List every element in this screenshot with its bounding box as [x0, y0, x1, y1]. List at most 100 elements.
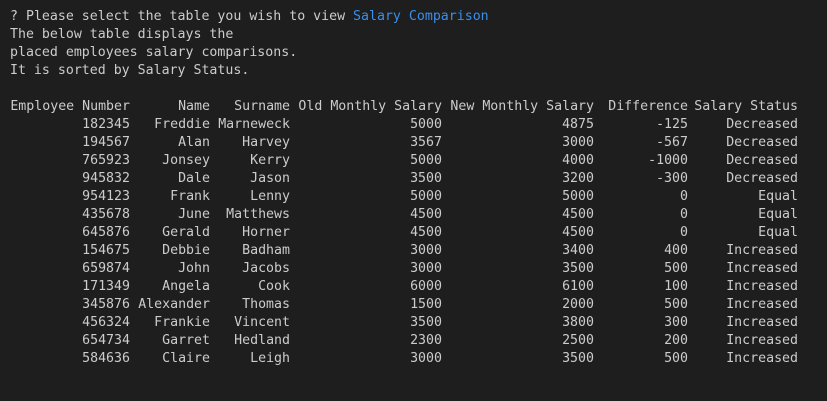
cell-difference: -125: [656, 117, 688, 132]
table-row: 954123 Frank Lenny 5000 5000 0 Equal: [10, 188, 798, 206]
header-name: Name: [178, 99, 210, 114]
cell-salary-status: Equal: [758, 207, 798, 222]
cell-salary-status: Decreased: [726, 135, 798, 150]
table-row: 194567 Alan Harvey 3567 3000 -567 Decreased: [10, 134, 798, 152]
cell-new-monthly-salary: 3500: [562, 261, 594, 276]
cell-old-monthly-salary: 3500: [410, 315, 442, 330]
cell-old-monthly-salary: 3000: [410, 351, 442, 366]
cell-surname: Thomas: [242, 297, 290, 312]
cell-name: June: [178, 207, 210, 222]
cell-surname: Marneweck: [218, 117, 290, 132]
cell-name: Debbie: [162, 243, 210, 258]
cell-surname: Badham: [242, 243, 290, 258]
table-row: 435678 June Matthews 4500 4500 0 Equal: [10, 206, 798, 224]
table-row: 654734 Garret Hedland 2300 2500 200 Increased: [10, 332, 798, 350]
table-row: 945832 Dale Jason 3500 3200 -300 Decreased: [10, 170, 798, 188]
cell-difference: 0: [680, 225, 688, 240]
cell-new-monthly-salary: 3400: [562, 243, 594, 258]
cell-surname: Vincent: [234, 315, 290, 330]
header-new-monthly-salary: New Monthly Salary: [450, 99, 594, 114]
cell-employee-number: 654734: [82, 333, 130, 348]
cell-salary-status: Decreased: [726, 117, 798, 132]
cell-name: Freddie: [154, 117, 210, 132]
cell-salary-status: Increased: [726, 351, 798, 366]
cell-name: Gerald: [162, 225, 210, 240]
cell-new-monthly-salary: 5000: [562, 189, 594, 204]
cell-employee-number: 954123: [82, 189, 130, 204]
cell-name: Frankie: [154, 315, 210, 330]
cell-name: Dale: [178, 171, 210, 186]
cell-surname: Harvey: [242, 135, 290, 150]
salary-comparison-table: Employee Number Name Surname Old Monthly…: [10, 98, 798, 368]
table-row: 345876 Alexander Thomas 1500 2000 500 Increase…: [10, 296, 798, 314]
table-body: 182345 Freddie Marneweck 5000 4875 -125 Decrea…: [10, 116, 798, 368]
table-row: 456324 Frankie Vincent 3500 3800 300 Increased: [10, 314, 798, 332]
cell-name: Alexander: [138, 297, 210, 312]
cell-surname: Lenny: [250, 189, 290, 204]
cell-difference: 200: [664, 333, 688, 348]
header-old-monthly-salary: Old Monthly Salary: [298, 99, 442, 114]
cell-employee-number: 182345: [82, 117, 130, 132]
cell-difference: 400: [664, 243, 688, 258]
cell-surname: Jacobs: [242, 261, 290, 276]
cell-salary-status: Increased: [726, 243, 798, 258]
cell-employee-number: 435678: [82, 207, 130, 222]
cell-salary-status: Increased: [726, 279, 798, 294]
prompt-question-mark: ?: [10, 9, 18, 24]
cell-employee-number: 645876: [82, 225, 130, 240]
table-row: 765923 Jonsey Kerry 5000 4000 -1000 Decreased: [10, 152, 798, 170]
cell-new-monthly-salary: 3200: [562, 171, 594, 186]
cell-old-monthly-salary: 5000: [410, 117, 442, 132]
cell-old-monthly-salary: 3500: [410, 171, 442, 186]
cell-employee-number: 345876: [82, 297, 130, 312]
header-surname: Surname: [234, 99, 290, 114]
cell-employee-number: 584636: [82, 351, 130, 366]
cell-surname: Kerry: [250, 153, 290, 168]
cell-new-monthly-salary: 2000: [562, 297, 594, 312]
cell-old-monthly-salary: 1500: [410, 297, 442, 312]
cell-new-monthly-salary: 2500: [562, 333, 594, 348]
cell-surname: Cook: [258, 279, 290, 294]
prompt-question: Please select the table you wish to view: [25, 9, 346, 24]
cell-name: Angela: [162, 279, 210, 294]
cell-salary-status: Equal: [758, 225, 798, 240]
description-line: The below table displays the: [10, 27, 234, 42]
cell-employee-number: 659874: [82, 261, 130, 276]
cell-new-monthly-salary: 3500: [562, 351, 594, 366]
cell-difference: 500: [664, 351, 688, 366]
cell-old-monthly-salary: 3000: [410, 261, 442, 276]
table-row: 182345 Freddie Marneweck 5000 4875 -125 Decrea…: [10, 116, 798, 134]
cell-salary-status: Increased: [726, 315, 798, 330]
cell-difference: 500: [664, 261, 688, 276]
cell-salary-status: Increased: [726, 333, 798, 348]
header-difference: Difference: [608, 99, 688, 114]
cell-new-monthly-salary: 3800: [562, 315, 594, 330]
cell-salary-status: Increased: [726, 297, 798, 312]
table-row: 645876 Gerald Horner 4500 4500 0 Equal: [10, 224, 798, 242]
cell-difference: 0: [680, 189, 688, 204]
cell-name: Frank: [170, 189, 210, 204]
cell-name: Alan: [178, 135, 210, 150]
cell-name: Garret: [162, 333, 210, 348]
cell-employee-number: 154675: [82, 243, 130, 258]
cell-difference: -300: [656, 171, 688, 186]
cell-old-monthly-salary: 3567: [410, 135, 442, 150]
cell-difference: -1000: [648, 153, 688, 168]
table-row: 584636 Claire Leigh 3000 3500 500 Increased: [10, 350, 798, 368]
table-row: 154675 Debbie Badham 3000 3400 400 Increased: [10, 242, 798, 260]
cell-name: John: [178, 261, 210, 276]
cell-salary-status: Decreased: [726, 171, 798, 186]
description-line: It is sorted by Salary Status.: [10, 63, 250, 78]
cell-new-monthly-salary: 4500: [562, 225, 594, 240]
cell-new-monthly-salary: 4500: [562, 207, 594, 222]
cell-employee-number: 945832: [82, 171, 130, 186]
cell-difference: 100: [664, 279, 688, 294]
cell-difference: -567: [656, 135, 688, 150]
table-row: 171349 Angela Cook 6000 6100 100 Increased: [10, 278, 798, 296]
cell-old-monthly-salary: 5000: [410, 153, 442, 168]
cell-salary-status: Increased: [726, 261, 798, 276]
description-line: placed employees salary comparisons.: [10, 45, 298, 60]
cell-surname: Leigh: [250, 351, 290, 366]
table-header-row: Employee Number Name Surname Old Monthly…: [10, 98, 798, 116]
